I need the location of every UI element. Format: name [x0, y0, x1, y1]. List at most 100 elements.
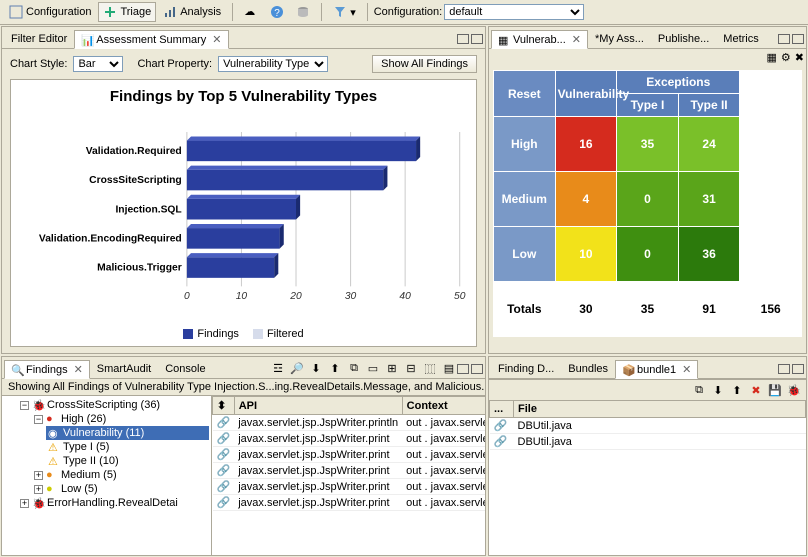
table-row[interactable]: 🔗DBUtil.java	[490, 434, 806, 450]
cell-t1[interactable]: 0	[617, 227, 679, 282]
cloud-button[interactable]: ☁	[239, 2, 263, 22]
tab-assessment-summary[interactable]: 📊 Assessment Summary ✕	[74, 30, 228, 49]
tab-filter-editor[interactable]: Filter Editor	[4, 30, 74, 48]
findings-tree[interactable]: −🐞CrossSiteScripting (36) −●High (26) ◉V…	[2, 396, 212, 555]
tree-crosssitescripting[interactable]: −🐞CrossSiteScripting (36)	[18, 398, 209, 412]
db-icon	[296, 5, 310, 19]
tab-published[interactable]: Publishe...	[651, 30, 716, 48]
tab-vulnerability[interactable]: ▦Vulnerab...✕	[491, 30, 588, 49]
main-toolbar: Configuration Triage Analysis ☁ ? ▾ Conf…	[0, 0, 808, 25]
chart-prop-select[interactable]: Vulnerability Type	[218, 56, 328, 72]
table-row[interactable]: 🔗javax.servlet.jsp.JspWriter.printout . …	[213, 431, 486, 447]
findings-tool-7[interactable]: ⊞	[384, 361, 400, 377]
warning-icon: ⚠	[48, 441, 60, 453]
bundle-tool-3[interactable]: ⬆	[729, 382, 745, 398]
config-select[interactable]: default	[444, 4, 584, 20]
cell-t2[interactable]: 31	[678, 172, 740, 227]
expand-icon[interactable]: +	[34, 471, 43, 480]
expand-icon[interactable]: +	[34, 485, 43, 494]
findings-tool-9[interactable]: ⿲	[422, 361, 438, 377]
matrix-tool-2[interactable]: ⚙	[781, 51, 791, 64]
tab-close-icon[interactable]: ✕	[572, 33, 581, 46]
table-row[interactable]: 🔗javax.servlet.jsp.JspWriter.printout . …	[213, 447, 486, 463]
bundle-tool-delete[interactable]: ✖	[748, 382, 764, 398]
tree-high[interactable]: −●High (26)	[32, 412, 209, 426]
hdr-context[interactable]: Context	[402, 397, 485, 415]
reset-button[interactable]: Reset	[494, 71, 556, 117]
tab-finding-details[interactable]: Finding D...	[491, 360, 561, 378]
minimize-button[interactable]	[778, 34, 790, 44]
findings-tool-6[interactable]: ▭	[365, 361, 381, 377]
db-button[interactable]	[291, 2, 315, 22]
chart-style-select[interactable]: Bar	[73, 56, 123, 72]
maximize-button[interactable]	[471, 364, 483, 374]
findings-tool-8[interactable]: ⊟	[403, 361, 419, 377]
cell-vuln[interactable]: 10	[555, 227, 617, 282]
table-row[interactable]: 🔗DBUtil.java	[490, 418, 806, 434]
findings-tool-5[interactable]: ⧉	[346, 361, 362, 377]
row-label[interactable]: Medium	[494, 172, 556, 227]
cell-vuln[interactable]: 4	[555, 172, 617, 227]
hdr-api[interactable]: API	[234, 397, 402, 415]
bundle-tool-1[interactable]: ⧉	[691, 382, 707, 398]
show-all-findings-button[interactable]: Show All Findings	[372, 55, 477, 73]
tree-type2[interactable]: ⚠Type II (10)	[46, 454, 209, 468]
tree-low[interactable]: +●Low (5)	[32, 482, 209, 496]
findings-tool-1[interactable]: ☲	[270, 361, 286, 377]
matrix-tool-1[interactable]: ▦	[767, 51, 777, 64]
minimize-button[interactable]	[457, 34, 469, 44]
tab-bundles[interactable]: Bundles	[561, 360, 615, 378]
findings-tool-3[interactable]: ⬇	[308, 361, 324, 377]
tab-console[interactable]: Console	[158, 360, 212, 378]
row-label[interactable]: Low	[494, 227, 556, 282]
maximize-button[interactable]	[792, 364, 804, 374]
bundle-tool-2[interactable]: ⬇	[710, 382, 726, 398]
minimize-button[interactable]	[778, 364, 790, 374]
maximize-button[interactable]	[792, 34, 804, 44]
findings-tool-10[interactable]: ▤	[441, 361, 457, 377]
svg-text:Injection.SQL: Injection.SQL	[115, 204, 181, 215]
table-row[interactable]: 🔗javax.servlet.jsp.JspWriter.printout . …	[213, 479, 486, 495]
findings-tool-4[interactable]: ⬆	[327, 361, 343, 377]
hdr-file[interactable]: File	[514, 401, 806, 418]
matrix-tool-3[interactable]: ✖	[795, 51, 804, 64]
tab-close-icon[interactable]: ✕	[74, 363, 83, 376]
minimize-button[interactable]	[457, 364, 469, 374]
tab-findings[interactable]: 🔍Findings✕	[4, 360, 90, 379]
tab-my-assessment[interactable]: *My Ass...	[588, 30, 651, 48]
filter-button[interactable]: ▾	[328, 2, 361, 22]
cell-t2[interactable]: 36	[678, 227, 740, 282]
help-button[interactable]: ?	[265, 2, 289, 22]
tab-metrics[interactable]: Metrics	[716, 30, 765, 48]
expand-icon[interactable]: +	[20, 499, 29, 508]
analysis-perspective[interactable]: Analysis	[158, 2, 226, 22]
maximize-button[interactable]	[471, 34, 483, 44]
row-label[interactable]: High	[494, 117, 556, 172]
tab-bundle1[interactable]: 📦bundle1✕	[615, 360, 698, 379]
bundle-tool-bug[interactable]: 🐞	[786, 382, 802, 398]
tree-vulnerability[interactable]: ◉Vulnerability (11)	[46, 426, 209, 440]
tree-type1[interactable]: ⚠Type I (5)	[46, 440, 209, 454]
collapse-icon[interactable]: −	[34, 415, 43, 424]
assessment-summary-panel: Filter Editor 📊 Assessment Summary ✕ Cha…	[1, 26, 486, 354]
bundle-tool-5[interactable]: 💾	[767, 382, 783, 398]
collapse-icon[interactable]: −	[20, 401, 29, 410]
tree-medium[interactable]: +●Medium (5)	[32, 468, 209, 482]
cell-t1[interactable]: 35	[617, 117, 679, 172]
cell-t2[interactable]: 24	[678, 117, 740, 172]
table-row[interactable]: 🔗javax.servlet.jsp.JspWriter.printlnout …	[213, 415, 486, 431]
hdr-dots[interactable]: ...	[490, 401, 514, 418]
tab-close-icon[interactable]: ✕	[682, 363, 691, 376]
separator	[232, 3, 233, 21]
configuration-perspective[interactable]: Configuration	[4, 2, 96, 22]
tree-errorhandling[interactable]: +🐞ErrorHandling.RevealDetai	[18, 496, 209, 510]
tab-close-icon[interactable]: ✕	[212, 33, 221, 46]
cell-t1[interactable]: 0	[617, 172, 679, 227]
tab-smartaudit[interactable]: SmartAudit	[90, 360, 158, 378]
findings-tool-2[interactable]: 🔎	[289, 361, 305, 377]
table-row[interactable]: 🔗javax.servlet.jsp.JspWriter.printout . …	[213, 463, 486, 479]
table-row[interactable]: 🔗javax.servlet.jsp.JspWriter.printout . …	[213, 495, 486, 511]
hdr-icon[interactable]: ⬍	[213, 397, 235, 415]
triage-perspective[interactable]: Triage	[98, 2, 156, 22]
cell-vuln[interactable]: 16	[555, 117, 617, 172]
